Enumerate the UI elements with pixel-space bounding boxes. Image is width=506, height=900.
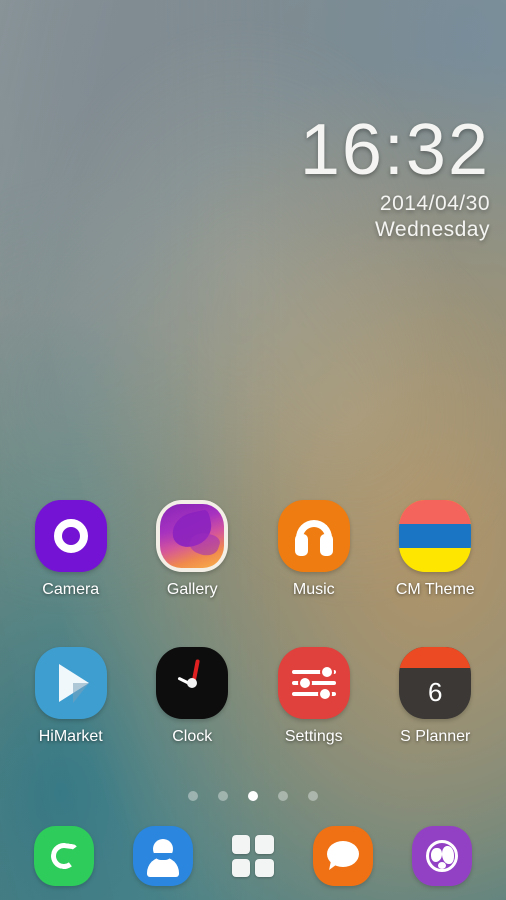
cm-theme-icon[interactable] — [399, 500, 472, 572]
slider-knob-2 — [297, 676, 312, 690]
app-label: Clock — [172, 728, 213, 745]
app-drawer-icon[interactable] — [231, 835, 274, 877]
app-settings[interactable]: Settings — [262, 647, 366, 746]
app-label: CM Theme — [395, 581, 475, 598]
app-label: Settings — [284, 728, 343, 745]
page-dot-5[interactable] — [308, 791, 318, 801]
clock-time: 16:32 — [299, 110, 490, 190]
page-indicator — [0, 791, 506, 801]
page-dot-4[interactable] — [278, 791, 288, 801]
clock-icon[interactable] — [156, 647, 229, 719]
himarket-icon[interactable] — [34, 647, 107, 719]
music-icon[interactable] — [277, 500, 350, 572]
drawer-square-1 — [231, 835, 251, 854]
browser-icon[interactable] — [412, 826, 473, 886]
page-dot-2[interactable] — [218, 791, 228, 801]
globe-continent-2 — [442, 846, 455, 864]
app-himarket[interactable]: HiMarket — [19, 647, 123, 746]
play-triangle-shade — [72, 683, 89, 703]
headphone-cup-left — [294, 534, 308, 556]
cm-band-red — [399, 500, 472, 525]
page-dot-1[interactable] — [188, 791, 198, 801]
handset-shape — [48, 841, 79, 871]
phone-icon[interactable] — [33, 826, 94, 886]
app-camera[interactable]: Camera — [19, 500, 123, 599]
person-body — [146, 857, 179, 877]
message-icon[interactable] — [313, 826, 374, 886]
s-planner-icon[interactable]: 6 — [399, 647, 472, 719]
app-row-2: HiMarket Clock Settings 6 S Planner — [0, 647, 506, 746]
home-screen: 16:32 2014/04/30 Wednesday Camera Galler… — [0, 0, 506, 900]
clock-date: 2014/04/30 — [379, 192, 490, 215]
camera-icon[interactable] — [34, 500, 107, 572]
contacts-icon[interactable] — [132, 826, 193, 886]
settings-icon[interactable] — [277, 647, 350, 719]
clock-center-pin — [187, 678, 198, 688]
cm-band-blue — [399, 524, 472, 548]
app-gallery[interactable]: Gallery — [140, 500, 244, 599]
calendar-top-band — [399, 647, 472, 668]
app-label: S Planner — [400, 728, 471, 745]
headphone-cup-right — [319, 534, 333, 556]
globe-continent-3 — [438, 862, 447, 869]
app-label: HiMarket — [38, 728, 103, 745]
drawer-square-3 — [231, 858, 251, 877]
app-cm-theme[interactable]: CM Theme — [383, 500, 487, 599]
drawer-square-2 — [255, 835, 274, 854]
globe-shape — [426, 840, 459, 872]
dock — [0, 812, 506, 900]
globe-continent-1 — [431, 848, 443, 862]
calendar-day-number: 6 — [428, 677, 443, 707]
app-label: Camera — [42, 581, 100, 598]
gallery-gradient — [160, 504, 225, 568]
app-label: Gallery — [166, 581, 218, 598]
slider-knob-1 — [319, 665, 334, 679]
app-label: Music — [292, 581, 335, 598]
drawer-square-4 — [255, 858, 274, 877]
page-dot-3-active[interactable] — [248, 791, 258, 801]
app-music[interactable]: Music — [262, 500, 366, 599]
camera-lens-ring — [53, 519, 88, 553]
clock-widget[interactable]: 16:32 2014/04/30 Wednesday — [300, 113, 490, 243]
speech-bubble-tail — [329, 860, 341, 872]
slider-knob-3 — [317, 687, 332, 701]
gallery-icon[interactable] — [156, 500, 229, 572]
app-s-planner[interactable]: 6 S Planner — [383, 647, 487, 746]
app-row-1: Camera Gallery Music CM Theme — [0, 500, 506, 599]
app-clock[interactable]: Clock — [140, 647, 244, 746]
clock-weekday: Wednesday — [374, 218, 490, 241]
